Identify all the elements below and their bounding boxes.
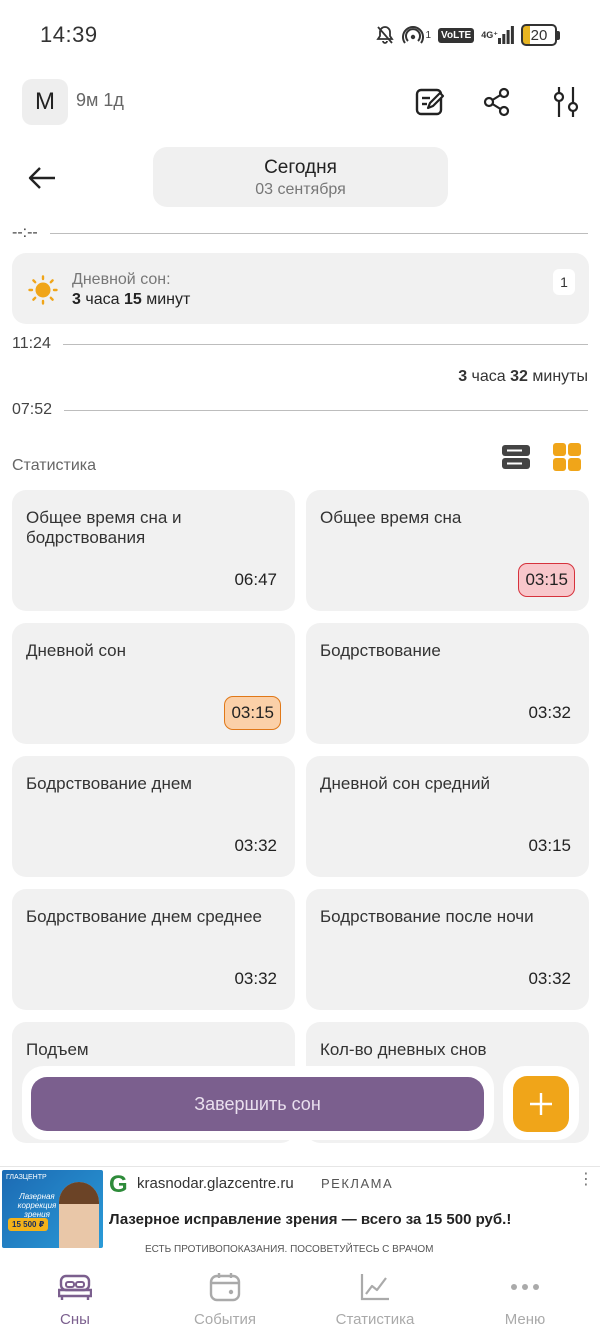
stat-card[interactable]: Дневной сон средний 03:15 — [306, 756, 589, 877]
nav-item-statistics[interactable]: Статистика — [300, 1262, 450, 1339]
nav-item-events[interactable]: События — [150, 1262, 300, 1339]
status-icons: 1 VoLTE 4G⁺ 20 — [375, 22, 560, 48]
child-age: 9м 1д — [76, 90, 124, 110]
nav-label: Статистика — [335, 1311, 415, 1328]
bottom-navigation: Сны События Статистика Меню — [0, 1262, 600, 1339]
grid-view-toggle[interactable] — [551, 441, 583, 473]
timeline-time-label: 11:24 — [12, 335, 51, 352]
ad-domain[interactable]: krasnodar.glazcentre.ru — [137, 1175, 294, 1192]
edit-notes-button[interactable] — [410, 82, 450, 122]
ad-disclaimer: ЕСТЬ ПРОТИВОПОКАЗАНИЯ. ПОСОВЕТУЙТЕСЬ С В… — [145, 1244, 434, 1255]
stat-label: Общее время сна — [320, 508, 462, 527]
nav-item-menu[interactable]: Меню — [450, 1262, 600, 1339]
nav-label: Меню — [504, 1311, 546, 1328]
sleep-count-badge: 1 — [553, 269, 575, 295]
stat-label: Бодрствование днем среднее — [26, 907, 262, 926]
timeline-divider — [62, 343, 588, 345]
stat-card[interactable]: Общее время сна 03:15 — [306, 490, 589, 611]
back-button[interactable] — [22, 158, 62, 198]
nav-item-sleeps[interactable]: Сны — [0, 1262, 150, 1339]
ad-image-text: Лазерная коррекция зрения — [17, 1192, 57, 1219]
timeline-time-label: --:-- — [12, 224, 38, 241]
chart-icon — [357, 1271, 393, 1303]
timeline-end-marker: 11:24 — [12, 334, 588, 354]
hotspot-icon: 1 — [402, 25, 431, 45]
add-event-button[interactable] — [513, 1076, 569, 1132]
ad-label: РЕКЛАМА — [321, 1176, 394, 1191]
stat-value: 03:32 — [234, 836, 277, 855]
list-view-icon — [502, 445, 530, 469]
nav-label: Сны — [60, 1311, 90, 1328]
awake-duration: 3 часа 32 минуты — [458, 368, 588, 385]
share-button[interactable] — [477, 82, 517, 122]
status-time: 14:39 — [40, 22, 98, 47]
daytime-sleep-entry[interactable]: Дневной сон: 3 часа 15 минут 1 — [12, 253, 589, 324]
bed-icon — [57, 1271, 93, 1303]
sun-icon — [28, 275, 58, 305]
ad-image-price: 15 500 ₽ — [8, 1218, 49, 1231]
finish-sleep-button[interactable]: Завершить сон — [31, 1077, 484, 1131]
ad-image[interactable]: ГЛАЗЦЕНТР Лазерная коррекция зрения 15 5… — [2, 1170, 103, 1248]
stat-label: Дневной сон — [26, 641, 126, 660]
battery-icon: 20 — [521, 24, 560, 46]
stats-grid: Общее время сна и бодрствования 06:47 Об… — [12, 490, 589, 1146]
signal-icon: 4G⁺ — [481, 26, 514, 44]
nav-label: События — [194, 1311, 256, 1328]
sliders-icon — [553, 87, 579, 117]
battery-level: 20 — [521, 24, 557, 46]
stat-card[interactable]: Бодрствование днем 03:32 — [12, 756, 295, 877]
stat-card[interactable]: Бодрствование 03:32 — [306, 623, 589, 744]
stat-value-highlight: 03:15 — [518, 563, 575, 597]
ad-image-brand: ГЛАЗЦЕНТР — [6, 1174, 47, 1181]
arrow-left-icon — [28, 167, 55, 189]
stat-label: Бодрствование после ночи — [320, 907, 534, 926]
stat-card[interactable]: Бодрствование после ночи 03:32 — [306, 889, 589, 1010]
plus-icon — [530, 1093, 552, 1115]
stat-value: 03:32 — [528, 969, 571, 988]
hotspot-count: 1 — [425, 29, 432, 41]
stat-value: 03:32 — [234, 969, 277, 988]
grid-view-icon — [553, 443, 581, 471]
ad-person-image — [59, 1182, 99, 1248]
stat-card[interactable]: Общее время сна и бодрствования 06:47 — [12, 490, 295, 611]
sleep-entry-title: Дневной сон: — [72, 271, 171, 288]
edit-notes-icon — [415, 88, 445, 116]
child-avatar[interactable]: M — [22, 79, 68, 125]
stat-label: Подъем — [26, 1040, 89, 1059]
calendar-icon — [207, 1271, 243, 1303]
share-icon — [483, 87, 510, 117]
date-selector[interactable]: Сегодня 03 сентября — [153, 147, 448, 207]
stat-label: Бодрствование — [320, 641, 441, 660]
stat-card[interactable]: Дневной сон 03:15 — [12, 623, 295, 744]
stats-title: Статистика — [12, 457, 97, 474]
timeline-start-marker: 07:52 — [12, 400, 588, 420]
stat-label: Бодрствование днем — [26, 774, 192, 793]
network-type: 4G⁺ — [481, 30, 498, 40]
stat-value: 03:15 — [528, 836, 571, 855]
list-view-toggle[interactable] — [500, 441, 532, 473]
stat-value: 03:32 — [528, 703, 571, 722]
stat-label: Общее время сна и бодрствования — [26, 508, 182, 547]
status-bar: 14:39 1 VoLTE 4G⁺ 20 — [0, 0, 600, 70]
timeline-divider — [49, 232, 588, 234]
stat-label: Дневной сон средний — [320, 774, 491, 793]
timeline-time-label: 07:52 — [12, 401, 53, 418]
more-icon — [507, 1271, 543, 1303]
ad-banner[interactable]: ГЛАЗЦЕНТР Лазерная коррекция зрения 15 5… — [0, 1166, 600, 1260]
stat-card[interactable]: Бодрствование днем среднее 03:32 — [12, 889, 295, 1010]
bell-off-icon — [375, 25, 395, 45]
stat-label: Кол-во дневных снов — [320, 1040, 487, 1059]
date-subtitle: 03 сентября — [255, 181, 346, 198]
ad-headline[interactable]: Лазерное исправление зрения — всего за 1… — [109, 1211, 511, 1228]
timeline-divider — [64, 409, 588, 411]
volte-icon: VoLTE — [438, 27, 475, 43]
ad-logo-icon: G — [109, 1171, 128, 1198]
date-title: Сегодня — [264, 157, 337, 178]
stat-value-highlight: 03:15 — [224, 696, 281, 730]
settings-sliders-button[interactable] — [546, 82, 586, 122]
timeline-top-marker: --:-- — [12, 223, 588, 243]
stat-value: 06:47 — [234, 570, 277, 589]
sleep-entry-duration: 3 часа 15 минут — [72, 291, 191, 308]
ad-more-icon[interactable]: ⋮ — [578, 1169, 594, 1189]
